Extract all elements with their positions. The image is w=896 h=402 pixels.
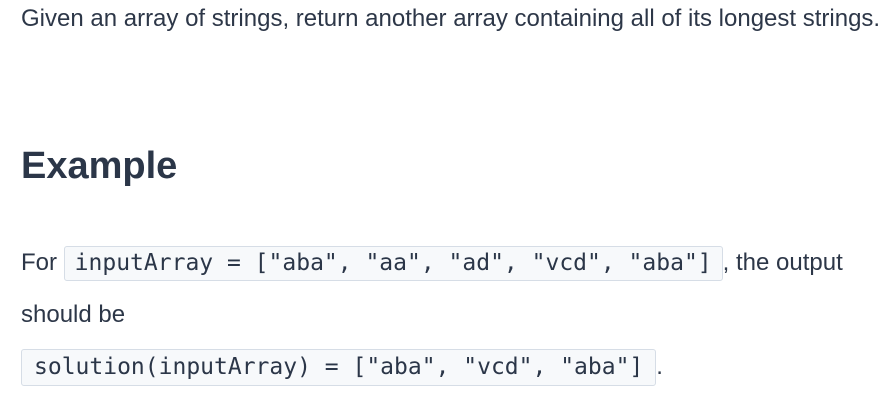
- intro-text: Given an array of strings, return anothe…: [21, 5, 881, 32]
- example-prefix: For: [21, 249, 57, 276]
- example-suffix: .: [656, 353, 663, 380]
- example-heading: Example: [21, 145, 178, 187]
- output-code: solution(inputArray) = ["aba", "vcd", "a…: [21, 349, 657, 386]
- example-text: For inputArray = ["aba", "aa", "ad", "vc…: [21, 237, 881, 341]
- example-output-line: solution(inputArray) = ["aba", "vcd", "a…: [21, 345, 663, 389]
- input-code: inputArray = ["aba", "aa", "ad", "vcd", …: [63, 246, 723, 281]
